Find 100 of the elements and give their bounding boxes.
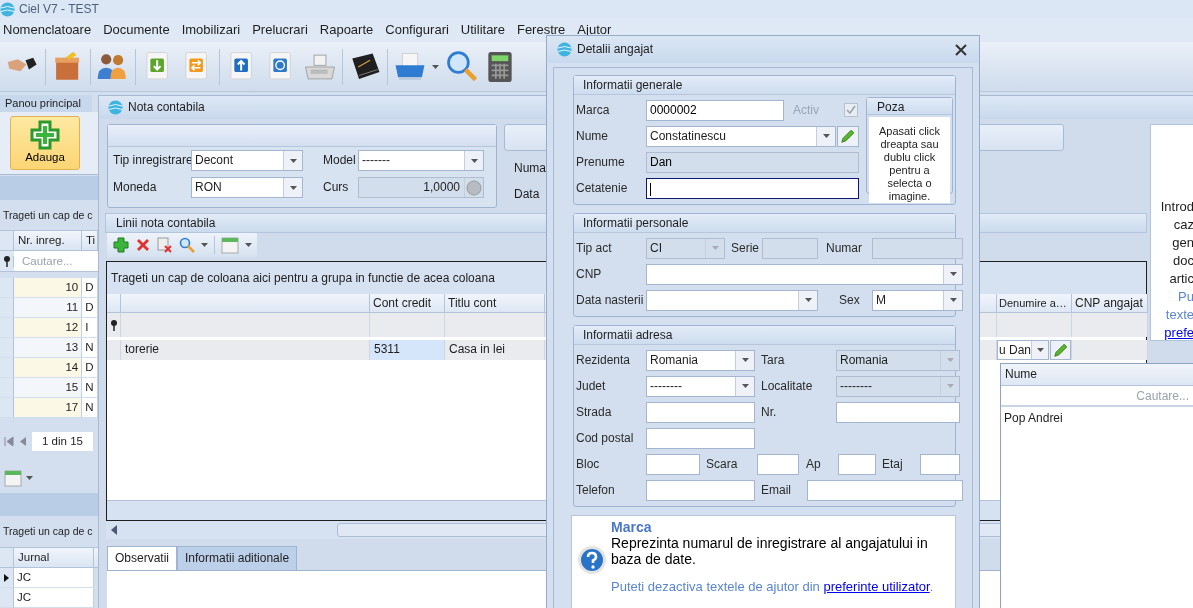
input-field[interactable]: 1,0000	[358, 177, 484, 198]
field-label: Tip act	[576, 240, 613, 256]
menu-item[interactable]: Ajutor	[574, 22, 619, 38]
table-cell: 14	[14, 358, 83, 379]
help-text: caz	[1173, 216, 1193, 234]
column-header[interactable]: Titlu cont	[445, 294, 545, 313]
dropdown[interactable]: Decont	[191, 150, 303, 171]
menu-item[interactable]: Documente	[100, 22, 177, 38]
menu-item[interactable]: Ferestre	[513, 22, 573, 38]
column-header[interactable]: Nume	[1001, 364, 1193, 386]
table-cell: N	[82, 398, 98, 419]
page-indicator: 1 din 15	[32, 431, 93, 452]
field-label: Prenume	[576, 154, 626, 170]
dropdown[interactable]: Romania	[646, 349, 755, 371]
table-cell: 5311	[370, 340, 445, 360]
help-text: texte	[1165, 306, 1193, 324]
column-header[interactable]: Denumire a…	[997, 294, 1072, 313]
add-button[interactable]: Adauga	[10, 116, 80, 170]
field-label: Data nasterii	[576, 292, 645, 308]
table-cell: 15	[14, 378, 83, 399]
field-label: Cod postal	[576, 430, 635, 446]
field-label: Telefon	[576, 482, 616, 498]
table-cell: 17	[14, 398, 83, 419]
menu-item[interactable]: Imobilizari	[178, 22, 248, 38]
menu-item[interactable]: Prelucrari	[249, 22, 315, 38]
field-label: Localitate	[761, 378, 814, 394]
field-label: Marca	[576, 102, 611, 118]
table-cell: D	[82, 278, 98, 299]
field-label: Rezidenta	[576, 352, 632, 368]
column-header[interactable]: CNP angajat	[1072, 294, 1148, 313]
field-label: Tara	[761, 352, 786, 368]
dropdown[interactable]: M	[872, 289, 963, 311]
menu-item[interactable]: Configurari	[382, 22, 456, 38]
dropdown[interactable]: u Dan	[997, 340, 1049, 360]
table-cell: I	[82, 318, 98, 339]
table-cell: D	[82, 298, 98, 319]
group-title: Informatii generale	[574, 76, 955, 95]
list-item[interactable]: Pop Andrei	[1001, 407, 1193, 430]
link[interactable]: preferinte utilizator	[823, 579, 930, 594]
help-text: Pu	[1178, 288, 1193, 306]
dropdown[interactable]: Constatinescu	[646, 125, 836, 147]
tab[interactable]: Observatii	[107, 546, 178, 570]
panel-tab[interactable]: Panou principal	[0, 95, 92, 112]
tab[interactable]: Informatii aditionale	[177, 546, 298, 570]
table-cell: N	[82, 378, 98, 399]
field-label: Moneda	[113, 180, 158, 195]
field-label: Cetatenie	[576, 180, 629, 196]
help-text: doc	[1173, 252, 1193, 270]
field-label: Judet	[576, 378, 607, 394]
column-header[interactable]: Nr. inreg.	[14, 231, 82, 251]
table-cell: 12	[14, 318, 83, 339]
field-label: Tip inregistrare	[113, 153, 191, 168]
column-header[interactable]: Jurnal	[14, 548, 94, 567]
menu-item[interactable]: Nomenclatoare	[0, 22, 99, 38]
dropdown[interactable]: --------	[646, 375, 755, 397]
field-label: Numa	[514, 161, 546, 177]
field-label: Data	[514, 187, 540, 203]
field-label: Numar	[826, 240, 863, 256]
group-title: Informatii personale	[574, 214, 955, 233]
field-label: Email	[761, 482, 792, 498]
field-label: Etaj	[882, 456, 904, 472]
column-header[interactable]: Cont credit	[370, 294, 445, 313]
search-field[interactable]: Cautare...	[14, 251, 98, 272]
dropdown[interactable]: RON	[191, 177, 303, 198]
help-text: artic	[1169, 270, 1193, 288]
table-cell: Casa in lei	[445, 340, 545, 360]
field-label: Nr.	[761, 404, 778, 420]
help-text: Introd	[1160, 198, 1193, 216]
menu-item[interactable]: Rapoarte	[316, 22, 381, 38]
table-cell: JC	[14, 568, 94, 588]
link[interactable]: prefe	[1164, 324, 1193, 342]
field-label: CNP	[576, 266, 603, 282]
field-label: Curs	[323, 180, 350, 195]
group-hint: Trageti un cap de c	[2, 207, 94, 223]
field-label: Activ	[793, 102, 820, 118]
help-text: gen	[1172, 234, 1193, 252]
field-label: Bloc	[576, 456, 601, 472]
dialog-title: Detalii angajat	[577, 42, 654, 57]
table-cell: torerie	[121, 340, 370, 360]
table-cell: D	[82, 358, 98, 379]
field-label: Nume	[576, 128, 609, 144]
table-cell: N	[82, 338, 98, 359]
window-title: Nota contabila	[128, 100, 205, 115]
field-label: Model	[323, 153, 357, 168]
group-title: Informatii adresa	[574, 326, 955, 345]
window-title: Ciel V7 - TEST	[19, 1, 99, 17]
field-label: Scara	[706, 456, 739, 472]
field-label: Ap	[806, 456, 822, 472]
table-cell: 11	[14, 298, 83, 319]
help-title: Marca	[611, 519, 653, 535]
photo-hint: Apasati click dreapta sau dublu click pentru a selecta o imagine.	[869, 117, 950, 204]
table-cell: 13	[14, 338, 83, 359]
help-note: Puteti dezactiva textele de ajutor din preferinte utilizator.	[611, 579, 935, 595]
dropdown[interactable]: -------	[358, 150, 484, 171]
input-field[interactable]: 0000002	[646, 99, 784, 121]
table-cell: JC	[14, 588, 94, 608]
table-cell: 10	[14, 278, 83, 299]
field-label: Sex	[839, 292, 861, 308]
field-label: Strada	[576, 404, 613, 420]
menu-item[interactable]: Utilitare	[457, 22, 512, 38]
